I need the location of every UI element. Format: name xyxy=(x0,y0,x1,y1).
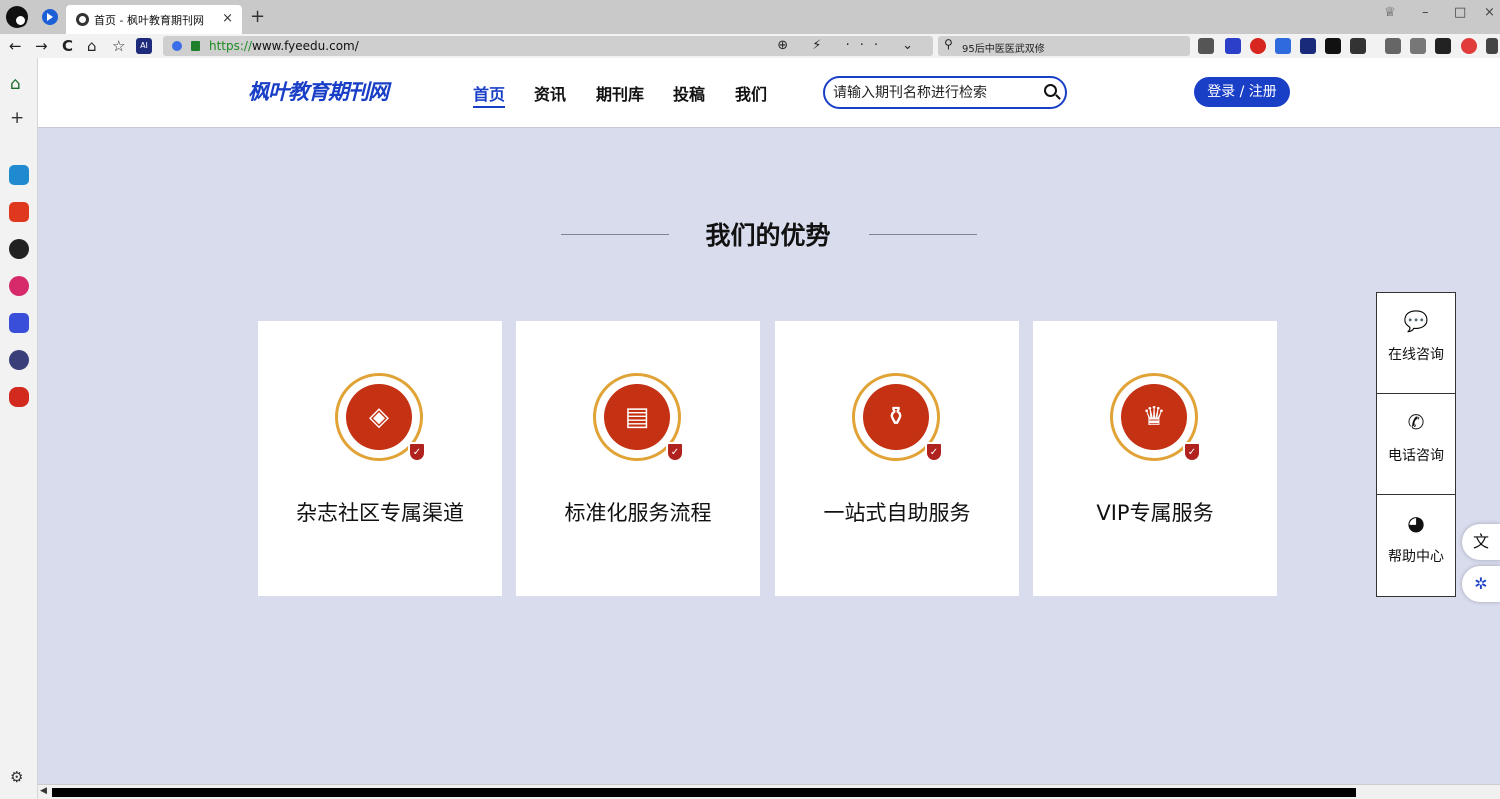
gamepad-extension-icon[interactable] xyxy=(1250,38,1266,54)
help-person-icon: ◕ xyxy=(1407,511,1425,535)
tab-title: 首页 - 枫叶教育期刊网 xyxy=(94,13,204,27)
tab-favicon-icon xyxy=(76,13,89,26)
sidebar-app-chat-icon[interactable] xyxy=(9,350,29,370)
extension-black-icon[interactable] xyxy=(1325,38,1341,54)
bookmark-star-icon[interactable]: ☆ xyxy=(112,36,125,56)
help-center-label: 帮助中心 xyxy=(1388,549,1444,565)
browser-navbar: ← → C ⌂ ☆ AI https://www.fyeedu.com/ ⊕ ⚡… xyxy=(0,34,1500,58)
shirt-icon[interactable]: ♕ xyxy=(1384,5,1396,20)
nav-submit[interactable]: 投稿 xyxy=(673,81,705,105)
home-button[interactable]: ⌂ xyxy=(87,36,97,56)
advantage-card-label: VIP专属服务 xyxy=(1096,501,1214,525)
search-icon: ⚲ xyxy=(944,37,953,51)
address-bar[interactable]: https://www.fyeedu.com/ ⊕ ⚡ ··· ⌄ xyxy=(163,36,933,56)
browser-search-bar[interactable]: ⚲ 95后中医医武双修 xyxy=(938,36,1190,56)
phone-icon: ✆ xyxy=(1407,410,1425,434)
scrollbar-thumb[interactable] xyxy=(52,788,1356,797)
undo-icon[interactable] xyxy=(1410,38,1426,54)
scissors-extension-icon[interactable] xyxy=(1198,38,1214,54)
puzzle-extension-icon[interactable] xyxy=(1350,38,1366,54)
address-bar-actions[interactable]: ⊕ ⚡ ··· ⌄ xyxy=(777,38,923,53)
journal-search-box xyxy=(823,76,1067,109)
horizontal-scrollbar[interactable]: ◀ xyxy=(38,784,1500,799)
url-text[interactable]: https://www.fyeedu.com/ xyxy=(209,39,359,53)
reload-button[interactable]: C xyxy=(62,36,73,56)
tab-close-icon[interactable]: × xyxy=(222,11,233,26)
sidebar-app-game-icon[interactable] xyxy=(9,387,29,407)
help-center-button[interactable]: ◕ 帮助中心 xyxy=(1377,495,1455,596)
network-icon[interactable]: ✲ xyxy=(1462,566,1500,602)
browser-titlebar: 首页 - 枫叶教育期刊网 × + ♕ – □ × xyxy=(0,0,1500,34)
site-logo[interactable]: 枫叶教育期刊网 xyxy=(248,76,389,106)
advantage-card: ⚱ ✓ 一站式自助服务 xyxy=(775,321,1019,596)
sidebar-add-icon[interactable]: + xyxy=(10,108,24,128)
extension-blue-icon[interactable] xyxy=(1225,38,1241,54)
login-register-button[interactable]: 登录 / 注册 xyxy=(1194,77,1290,107)
advantage-card: ▤ ✓ 标准化服务流程 xyxy=(516,321,760,596)
extension-dark-icon[interactable] xyxy=(1300,38,1316,54)
section-title: 我们的优势 xyxy=(705,221,831,250)
sidebar-app-ai-icon[interactable] xyxy=(9,276,29,296)
advantage-card-label: 标准化服务流程 xyxy=(564,501,712,525)
phone-consult-button[interactable]: ✆ 电话咨询 xyxy=(1377,394,1455,495)
browser-sidebar: ⌂ + ⚙ xyxy=(0,58,38,799)
sidebar-settings-icon[interactable]: ⚙ xyxy=(10,768,23,786)
download-icon[interactable] xyxy=(1385,38,1401,54)
back-button[interactable]: ← xyxy=(9,36,22,56)
browser-logo-icon[interactable] xyxy=(6,6,28,28)
journal-search-input[interactable] xyxy=(833,84,1033,102)
sidebar-app-translate-icon[interactable] xyxy=(9,165,29,185)
pinned-tab-icon[interactable] xyxy=(42,9,58,25)
browser-tab-active[interactable]: 首页 - 枫叶教育期刊网 × xyxy=(66,5,242,34)
color-wheel-icon[interactable] xyxy=(1461,38,1477,54)
sidebar-app-robot-icon[interactable] xyxy=(9,239,29,259)
network-extension-icon[interactable] xyxy=(1275,38,1291,54)
nav-news[interactable]: 资讯 xyxy=(534,81,566,105)
sidebar-home-icon[interactable]: ⌂ xyxy=(10,74,21,94)
nav-home[interactable]: 首页 xyxy=(473,81,506,108)
advantage-card: ◈ ✓ 杂志社区专属渠道 xyxy=(258,321,502,596)
shield-icon[interactable] xyxy=(172,41,182,51)
maximize-button[interactable]: □ xyxy=(1454,5,1466,20)
nav-about[interactable]: 我们 xyxy=(735,81,767,105)
online-consult-label: 在线咨询 xyxy=(1388,347,1444,363)
document-icon: ▤ ✓ xyxy=(593,373,684,462)
title-divider-right xyxy=(869,234,977,235)
advantage-card: ♛ ✓ VIP专属服务 xyxy=(1033,321,1277,596)
browser-search-value[interactable]: 95后中医医武双修 xyxy=(962,40,1045,55)
site-header: 枫叶教育期刊网 首页 资讯 期刊库 投稿 我们 登录 / 注册 xyxy=(38,58,1500,128)
web-page: 枫叶教育期刊网 首页 资讯 期刊库 投稿 我们 登录 / 注册 我们的优势 ◈✓… xyxy=(38,58,1500,784)
sidebar-app-ai-blue-icon[interactable] xyxy=(9,313,29,333)
ai-extension-icon[interactable]: AI xyxy=(136,38,152,54)
sidebar-app-star-icon[interactable] xyxy=(9,202,29,222)
scroll-left-icon[interactable]: ◀ xyxy=(40,786,47,796)
minimize-button[interactable]: – xyxy=(1422,5,1429,20)
close-window-button[interactable]: × xyxy=(1484,5,1495,20)
bottle-icon: ⚱ ✓ xyxy=(852,373,943,462)
advantage-card-label: 杂志社区专属渠道 xyxy=(296,501,464,525)
lock-icon[interactable] xyxy=(191,41,200,51)
new-tab-button[interactable]: + xyxy=(250,6,265,27)
translate-icon[interactable]: 文 xyxy=(1462,524,1500,560)
diamond-check-icon: ◈ ✓ xyxy=(335,373,426,462)
floating-service-panel: 💬 在线咨询 ✆ 电话咨询 ◕ 帮助中心 xyxy=(1376,292,1456,597)
online-consult-button[interactable]: 💬 在线咨询 xyxy=(1377,293,1455,394)
phone-consult-label: 电话咨询 xyxy=(1388,448,1444,464)
menu-icon[interactable] xyxy=(1486,38,1498,54)
crown-icon: ♛ ✓ xyxy=(1110,373,1201,462)
wallet-icon[interactable] xyxy=(1435,38,1451,54)
search-icon[interactable] xyxy=(1044,84,1057,97)
chat-bubble-icon: 💬 xyxy=(1403,309,1429,333)
advantage-card-label: 一站式自助服务 xyxy=(823,501,971,525)
forward-button[interactable]: → xyxy=(35,36,48,56)
nav-journals[interactable]: 期刊库 xyxy=(596,81,644,105)
